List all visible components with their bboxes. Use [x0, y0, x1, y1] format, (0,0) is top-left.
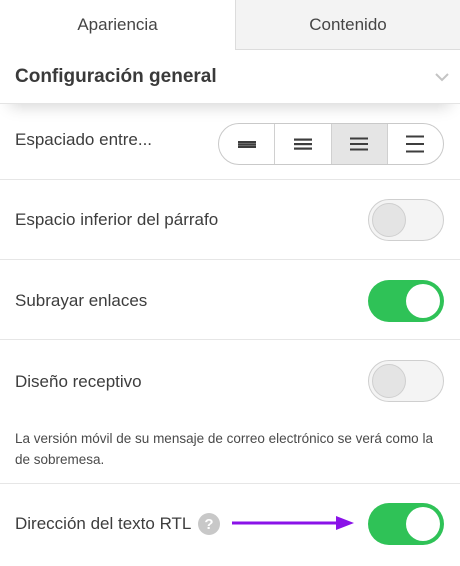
toggle-knob [372, 203, 406, 237]
paragraph-spacing-label: Espacio inferior del párrafo [15, 210, 219, 229]
tab-apariencia[interactable]: Apariencia [0, 0, 236, 50]
responsive-label: Diseño receptivo [15, 372, 142, 391]
general-settings-header[interactable]: Configuración general [0, 50, 460, 104]
spacing-option-compact[interactable] [274, 124, 330, 164]
spacing-row: Espaciado entre... [0, 104, 460, 180]
annotation-arrow-icon [232, 516, 354, 530]
rtl-row: Dirección del texto RTL ? [0, 484, 460, 566]
toggle-knob [406, 507, 440, 541]
paragraph-spacing-toggle[interactable] [368, 199, 444, 241]
underline-links-toggle[interactable] [368, 280, 444, 322]
responsive-toggle[interactable] [368, 360, 444, 402]
spacing-selector [218, 123, 444, 165]
responsive-row: Diseño receptivo La versión móvil de su … [0, 340, 460, 484]
help-icon[interactable]: ? [198, 513, 220, 535]
rtl-toggle[interactable] [368, 503, 444, 545]
underline-links-label: Subrayar enlaces [15, 291, 148, 310]
rtl-label: Dirección del texto RTL [15, 514, 192, 533]
tab-bar: Apariencia Contenido [0, 0, 460, 50]
spacing-option-normal[interactable] [330, 124, 387, 164]
underline-links-row: Subrayar enlaces [0, 260, 460, 340]
spacing-normal-icon [350, 137, 369, 151]
spacing-label: Espaciado entre... [15, 130, 153, 149]
spacing-tight-icon [237, 141, 256, 148]
spacing-option-tight[interactable] [219, 124, 274, 164]
paragraph-spacing-row: Espacio inferior del párrafo [0, 180, 460, 260]
spacing-wide-icon [406, 135, 425, 153]
toggle-knob [406, 284, 440, 318]
responsive-note: La versión móvil de su mensaje de correo… [15, 431, 433, 467]
chevron-down-icon[interactable] [432, 67, 452, 87]
spacing-compact-icon [293, 138, 312, 150]
spacing-option-wide[interactable] [386, 124, 443, 164]
toggle-knob [372, 364, 406, 398]
tab-contenido[interactable]: Contenido [236, 0, 460, 50]
section-title: Configuración general [15, 65, 217, 87]
